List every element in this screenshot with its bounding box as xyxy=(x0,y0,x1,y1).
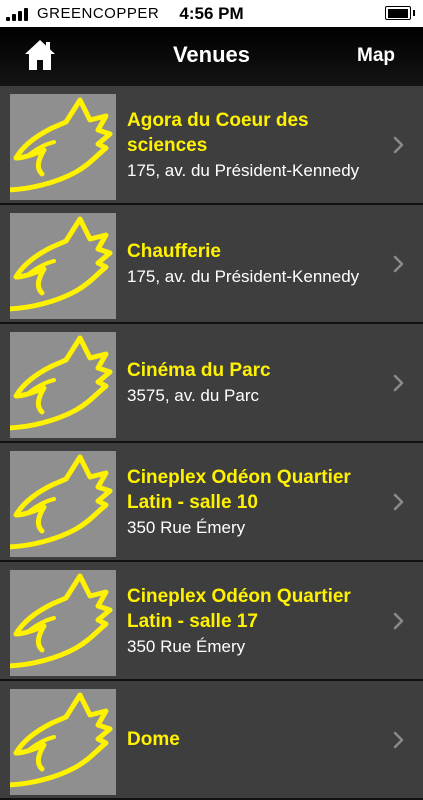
venue-row[interactable]: Agora du Coeur des sciences 175, av. du … xyxy=(0,86,423,205)
venue-name: Cineplex Odéon Quartier Latin - salle 17 xyxy=(127,585,351,632)
venue-address: 3575, av. du Parc xyxy=(127,386,259,405)
venue-logo-icon xyxy=(10,451,116,557)
venue-row[interactable]: Cineplex Odéon Quartier Latin - salle 17… xyxy=(0,562,423,681)
navigation-bar: Venues Map xyxy=(0,27,423,86)
chevron-right-icon xyxy=(393,612,405,630)
status-time: 4:56 PM xyxy=(179,4,244,23)
chevron-right-icon xyxy=(393,731,405,749)
venue-name: Agora du Coeur des sciences xyxy=(127,109,309,156)
status-bar: GREENCOPPER 4:56 PM xyxy=(0,0,423,27)
venue-logo-icon xyxy=(10,213,116,319)
venue-address: 175, av. du Président-Kennedy xyxy=(127,267,360,286)
venue-row[interactable]: Cineplex Odéon Quartier Latin - salle 10… xyxy=(0,443,423,562)
battery-icon xyxy=(385,6,415,20)
venue-logo-icon xyxy=(10,570,116,676)
venue-name: Chaufferie xyxy=(127,241,221,262)
venue-row[interactable]: Cinéma du Parc 3575, av. du Parc xyxy=(0,324,423,443)
venue-row[interactable]: Chaufferie 175, av. du Président-Kennedy xyxy=(0,205,423,324)
map-button[interactable]: Map xyxy=(357,45,395,67)
venue-name: Dome xyxy=(127,729,180,750)
venue-logo-icon xyxy=(10,689,116,795)
chevron-right-icon xyxy=(393,136,405,154)
chevron-right-icon xyxy=(393,374,405,392)
venue-name: Cineplex Odéon Quartier Latin - salle 10 xyxy=(127,466,351,513)
venue-name: Cinéma du Parc xyxy=(127,360,271,381)
venue-address: 350 Rue Émery xyxy=(127,636,246,656)
venue-address: 175, av. du Président-Kennedy xyxy=(127,160,360,180)
venue-address: 350 Rue Émery xyxy=(127,517,246,537)
venue-row[interactable]: Dome xyxy=(0,681,423,800)
chevron-right-icon xyxy=(393,493,405,511)
venue-logo-icon xyxy=(10,332,116,438)
venue-logo-icon xyxy=(10,94,116,200)
chevron-right-icon xyxy=(393,255,405,273)
venue-list: Agora du Coeur des sciences 175, av. du … xyxy=(0,86,423,800)
